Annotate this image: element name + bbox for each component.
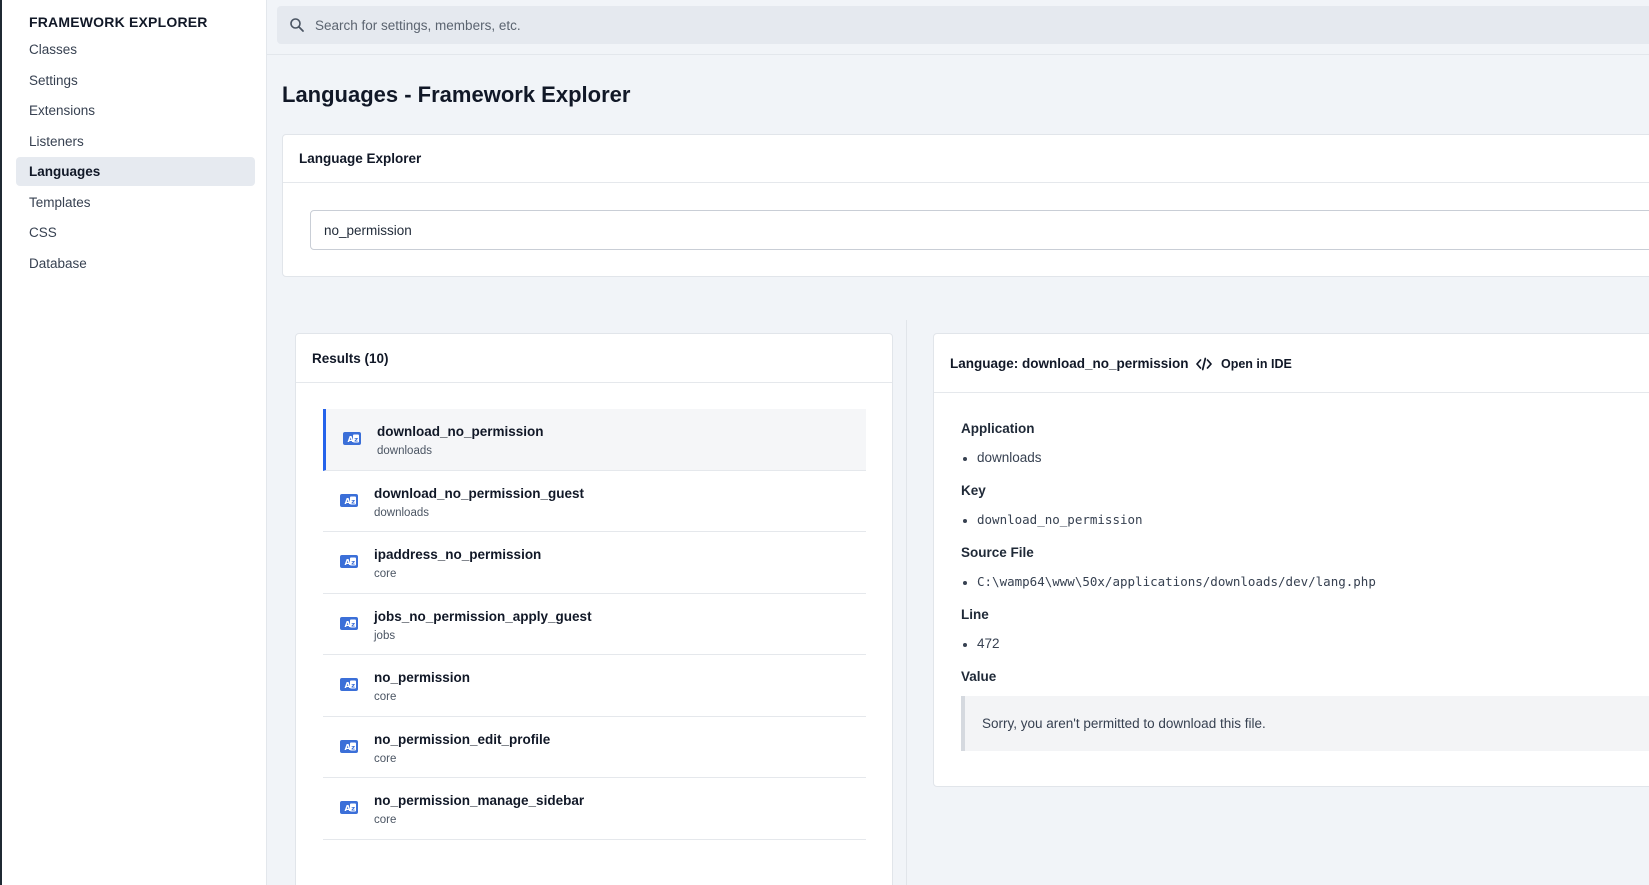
search-input[interactable] xyxy=(315,6,1115,44)
sidebar-item-extensions[interactable]: Extensions xyxy=(16,96,255,125)
detail-body: Application downloads Key download_no_pe… xyxy=(961,421,1649,751)
sidebar-brand: FRAMEWORK EXPLORER xyxy=(29,14,208,30)
code-icon xyxy=(1196,357,1212,371)
results-card: Results (10) Az download_no_permission d… xyxy=(295,333,893,885)
results-list: Az download_no_permission downloads Az d… xyxy=(323,409,866,840)
language-icon: Az xyxy=(340,739,358,753)
application-value: downloads xyxy=(961,441,1649,483)
result-item[interactable]: Az download_no_permission downloads xyxy=(323,409,866,471)
language-icon: Az xyxy=(340,801,358,814)
language-icon: Az xyxy=(340,616,358,630)
value-label: Value xyxy=(961,669,997,684)
result-app: jobs xyxy=(374,629,396,642)
result-key: no_permission_edit_profile xyxy=(374,731,551,747)
open-in-ide-button[interactable]: Open in IDE xyxy=(1196,354,1292,374)
global-search xyxy=(277,6,1649,44)
svg-text:z: z xyxy=(351,620,355,628)
sidebar-item-classes[interactable]: Classes xyxy=(16,35,255,64)
language-icon: Az xyxy=(340,555,358,568)
result-key: download_no_permission xyxy=(377,424,544,439)
result-key: ipaddress_no_permission xyxy=(374,547,542,562)
result-item[interactable]: Az no_permission core xyxy=(323,655,866,717)
result-app: core xyxy=(374,568,397,580)
result-app: downloads xyxy=(377,445,432,457)
open-in-ide-label: Open in IDE xyxy=(1221,357,1292,371)
language-icon: Az xyxy=(340,678,358,691)
source-file-value: C:\wamp64\www\50x/applications/downloads… xyxy=(961,565,1649,607)
sidebar-item-database[interactable]: Database xyxy=(16,249,255,278)
source-file-label: Source File xyxy=(961,545,1034,560)
result-app: core xyxy=(374,814,397,826)
language-icon: Az xyxy=(340,493,358,507)
sidebar-item-listeners[interactable]: Listeners xyxy=(16,127,255,156)
sidebar-item-settings[interactable]: Settings xyxy=(16,66,255,95)
svg-text:z: z xyxy=(351,497,355,505)
application-label: Application xyxy=(961,421,1035,436)
result-key: download_no_permission_guest xyxy=(374,485,585,501)
result-key: no_permission xyxy=(374,670,471,685)
result-key: no_permission_manage_sidebar xyxy=(374,793,585,808)
language-explorer-card: Language Explorer xyxy=(282,134,1649,277)
detail-header: Language: download_no_permission Open in… xyxy=(934,334,1649,393)
line-value: 472 xyxy=(961,627,1649,669)
sidebar-item-templates[interactable]: Templates xyxy=(16,188,255,217)
page-title: Languages - Framework Explorer xyxy=(282,82,631,107)
svg-text:z: z xyxy=(351,805,355,813)
result-app: core xyxy=(374,691,397,703)
sidebar-item-css[interactable]: CSS xyxy=(16,218,255,247)
language-detail-card: Language: download_no_permission Open in… xyxy=(933,333,1649,787)
key-label: Key xyxy=(961,483,986,498)
result-app: downloads xyxy=(374,506,429,519)
header-divider xyxy=(267,54,1649,55)
language-icon: Az xyxy=(343,432,361,445)
sidebar: FRAMEWORK EXPLORER Classes Settings Exte… xyxy=(0,0,267,885)
results-title: Results (10) xyxy=(296,334,892,383)
key-value: download_no_permission xyxy=(961,503,1649,545)
svg-text:z: z xyxy=(351,559,355,567)
result-app: core xyxy=(374,752,397,765)
language-explorer-title: Language Explorer xyxy=(283,135,1649,183)
value-text: Sorry, you aren't permitted to download … xyxy=(961,696,1649,751)
line-label: Line xyxy=(961,607,989,622)
sidebar-nav: Classes Settings Extensions Listeners La… xyxy=(16,35,255,279)
language-search-input[interactable] xyxy=(310,210,1649,250)
result-key: jobs_no_permission_apply_guest xyxy=(374,608,592,624)
detail-title: Language: download_no_permission xyxy=(950,356,1189,371)
result-item[interactable]: Az no_permission_edit_profile core xyxy=(323,717,866,778)
result-item[interactable]: Az jobs_no_permission_apply_guest jobs xyxy=(323,594,866,655)
panel-divider xyxy=(906,320,907,885)
svg-text:z: z xyxy=(351,682,355,690)
svg-text:z: z xyxy=(351,743,355,751)
result-item[interactable]: Az no_permission_manage_sidebar core xyxy=(323,778,866,840)
search-icon xyxy=(289,17,305,33)
sidebar-item-languages[interactable]: Languages xyxy=(16,157,255,186)
result-item[interactable]: Az download_no_permission_guest download… xyxy=(323,471,866,532)
result-item[interactable]: Az ipaddress_no_permission core xyxy=(323,532,866,594)
svg-text:z: z xyxy=(354,436,358,444)
